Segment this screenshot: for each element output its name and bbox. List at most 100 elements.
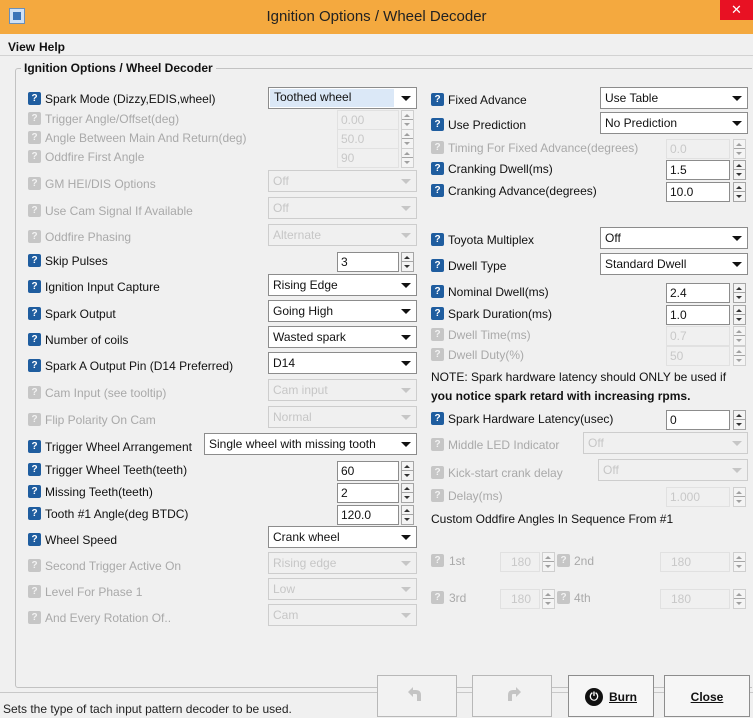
oddfire-first-stepper [401,148,414,168]
help-icon[interactable]: ? [28,463,41,476]
help-icon[interactable]: ? [431,412,444,425]
help-icon[interactable]: ? [28,440,41,453]
nominal-dwell-field[interactable]: 2.4 [666,283,730,303]
spark-output-select[interactable]: Going High [268,300,417,322]
help-icon[interactable]: ? [28,359,41,372]
chevron-down-icon [395,579,416,599]
cranking-dwell-field[interactable]: 1.5 [666,160,730,180]
help-icon[interactable]: ? [431,118,444,131]
fixed-advance-value: Use Table [605,91,659,105]
trigger-arrangement-value: Single wheel with missing tooth [209,437,376,451]
dwell-duty-stepper [733,346,746,366]
help-icon[interactable]: ? [431,285,444,298]
toyota-multiplex-select[interactable]: Off [600,227,748,249]
wheel-speed-label: Wheel Speed [45,533,118,547]
angle-4th-field: 180 [660,589,730,609]
chevron-down-icon[interactable] [395,353,416,373]
spark-mode-value: Toothed wheel [270,89,394,107]
help-icon: ? [28,177,41,190]
burn-button[interactable]: ⏻ Burn [568,675,654,717]
undo-button[interactable] [377,675,457,717]
help-icon[interactable]: ? [431,184,444,197]
dwell-duty-field: 50 [666,346,730,366]
use-prediction-select[interactable]: No Prediction [600,112,748,134]
nominal-dwell-stepper[interactable] [733,283,746,303]
help-icon: ? [28,386,41,399]
level-phase1-value: Low [273,582,296,596]
angle-4th-value: 180 [671,592,692,606]
chevron-down-icon[interactable] [395,88,416,108]
help-icon[interactable]: ? [431,259,444,272]
help-icon[interactable]: ? [28,485,41,498]
help-icon[interactable]: ? [431,233,444,246]
angle-3rd-stepper [542,589,555,609]
spark-a-pin-label: Spark A Output Pin (D14 Preferred) [45,359,234,373]
window-close-button[interactable]: ✕ [720,0,753,20]
help-icon[interactable]: ? [28,92,41,105]
help-icon[interactable]: ? [28,254,41,267]
skip-pulses-stepper[interactable] [401,252,414,272]
missing-teeth-stepper[interactable] [401,483,414,503]
ign-input-capture-select[interactable]: Rising Edge [268,274,417,296]
title-bar[interactable]: Ignition Options / Wheel Decoder ✕ [0,0,753,34]
cranking-dwell-stepper[interactable] [733,160,746,180]
trigger-arrangement-select[interactable]: Single wheel with missing tooth [204,433,417,455]
angle-1st-value: 180 [511,555,532,569]
spark-latency-stepper[interactable] [733,410,746,430]
cranking-advance-field[interactable]: 10.0 [666,182,730,202]
missing-teeth-field[interactable]: 2 [337,483,399,503]
skip-pulses-field[interactable]: 3 [337,252,399,272]
menu-view[interactable]: View [8,40,35,54]
help-icon[interactable]: ? [431,307,444,320]
help-icon[interactable]: ? [28,280,41,293]
group-title: Ignition Options / Wheel Decoder [21,61,216,75]
menu-help[interactable]: Help [39,40,65,54]
oddfire-first-value: 90 [341,151,355,165]
help-icon[interactable]: ? [28,333,41,346]
chevron-down-icon[interactable] [726,254,747,274]
help-icon[interactable]: ? [28,307,41,320]
timing-fixed-stepper [733,139,746,159]
every-rotation-label: And Every Rotation Of.. [45,611,172,625]
middle-led-label: Middle LED Indicator [448,438,560,452]
spark-latency-field[interactable]: 0 [666,410,730,430]
timing-fixed-field: 0.0 [666,139,730,159]
flip-polarity-select: Normal [268,406,417,428]
help-icon: ? [557,591,570,604]
spark-mode-select[interactable]: Toothed wheel [268,87,417,109]
trigger-teeth-field[interactable]: 60 [337,461,399,481]
angle-1st-stepper [542,552,555,572]
use-prediction-value: No Prediction [605,116,678,130]
fixed-advance-select[interactable]: Use Table [600,87,748,109]
nominal-dwell-label: Nominal Dwell(ms) [448,285,549,299]
chevron-down-icon[interactable] [726,88,747,108]
help-icon[interactable]: ? [28,507,41,520]
tooth1-angle-field[interactable]: 120.0 [337,505,399,525]
chevron-down-icon[interactable] [395,327,416,347]
spark-a-pin-select[interactable]: D14 [268,352,417,374]
chevron-down-icon[interactable] [395,527,416,547]
chevron-down-icon[interactable] [726,113,747,133]
cranking-advance-stepper[interactable] [733,182,746,202]
help-icon: ? [431,591,444,604]
close-button[interactable]: Close [664,675,750,717]
redo-button[interactable] [472,675,552,717]
help-icon[interactable]: ? [431,93,444,106]
trigger-teeth-stepper[interactable] [401,461,414,481]
chevron-down-icon[interactable] [726,228,747,248]
chevron-down-icon[interactable] [395,275,416,295]
help-icon[interactable]: ? [431,162,444,175]
dwell-type-select[interactable]: Standard Dwell [600,253,748,275]
wheel-speed-select[interactable]: Crank wheel [268,526,417,548]
chevron-down-icon[interactable] [395,301,416,321]
angle-main-return-field: 50.0 [337,129,399,149]
spark-duration-field[interactable]: 1.0 [666,305,730,325]
delay-field: 1.000 [666,487,730,507]
help-icon[interactable]: ? [28,533,41,546]
spark-duration-stepper[interactable] [733,305,746,325]
power-icon: ⏻ [585,688,603,706]
skip-pulses-label: Skip Pulses [45,254,108,268]
tooth1-angle-stepper[interactable] [401,505,414,525]
chevron-down-icon[interactable] [395,434,416,454]
num-coils-select[interactable]: Wasted spark [268,326,417,348]
